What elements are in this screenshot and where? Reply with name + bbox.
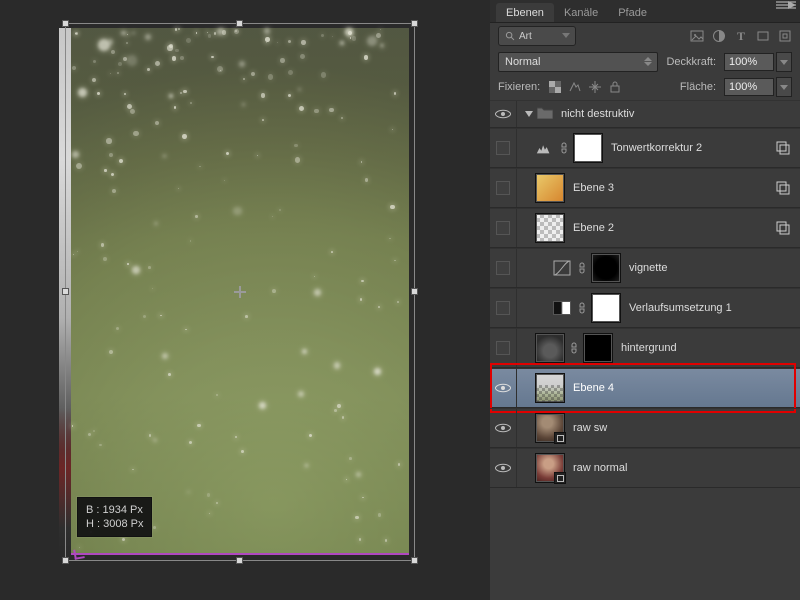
link-icon[interactable]: [577, 301, 587, 315]
transform-handle-tr[interactable]: [411, 20, 418, 27]
transform-handle-bm[interactable]: [236, 557, 243, 564]
visibility-toggle[interactable]: [490, 329, 517, 367]
layer-thumb[interactable]: [535, 453, 565, 483]
visibility-toggle[interactable]: [490, 369, 517, 407]
layer-row-raw-normal[interactable]: raw normal: [490, 448, 800, 488]
layer-row-hintergrund[interactable]: hintergrund: [490, 328, 800, 368]
document-canvas[interactable]: B : 1934 Px H : 3008 Px: [0, 0, 490, 600]
group-name: nicht destruktiv: [561, 108, 634, 120]
filter-adjust-icon[interactable]: [712, 29, 726, 43]
transform-handle-mr[interactable]: [411, 288, 418, 295]
layer-thumb[interactable]: [535, 333, 565, 363]
transform-handle-bl[interactable]: [62, 557, 69, 564]
blend-mode-select[interactable]: Normal: [498, 52, 658, 72]
smart-object-badge-icon: [554, 432, 566, 444]
filter-shape-icon[interactable]: [756, 29, 770, 43]
layer-name: Tonwertkorrektur 2: [611, 142, 702, 154]
fill-value: 100%: [729, 81, 757, 93]
placed-layer[interactable]: B : 1934 Px H : 3008 Px: [71, 28, 409, 555]
visibility-toggle[interactable]: [490, 101, 517, 127]
curves-adjustment-icon: [553, 259, 571, 277]
filter-type-icon[interactable]: T: [734, 29, 748, 43]
lock-label: Fixieren:: [498, 81, 540, 93]
visibility-toggle[interactable]: [490, 449, 517, 487]
visibility-toggle[interactable]: [490, 249, 517, 287]
visibility-toggle[interactable]: [490, 409, 517, 447]
layer-mask-thumb[interactable]: [591, 253, 621, 283]
layer-name: Ebene 2: [573, 222, 614, 234]
tab-paths[interactable]: Pfade: [608, 3, 657, 22]
fill-field[interactable]: 100%: [724, 78, 774, 96]
layer-name: Verlaufsumsetzung 1: [629, 302, 732, 314]
layer-mask-thumb[interactable]: [573, 133, 603, 163]
layer-row-verlaufsumsetzung-1[interactable]: Verlaufsumsetzung 1: [490, 288, 800, 328]
blend-mode-value: Normal: [505, 56, 540, 68]
layer-thumb[interactable]: [535, 173, 565, 203]
layer-name: Ebene 3: [573, 182, 614, 194]
filter-stack-icon[interactable]: [776, 181, 790, 195]
opacity-dropdown[interactable]: [776, 52, 792, 72]
hint-height: H : 3008 Px: [86, 517, 143, 531]
visibility-toggle[interactable]: [490, 129, 517, 167]
layer-row-raw-sw[interactable]: raw sw: [490, 408, 800, 448]
layer-thumb[interactable]: [535, 213, 565, 243]
lock-all-icon[interactable]: [608, 80, 622, 94]
tab-channels[interactable]: Kanäle: [554, 3, 608, 22]
transform-handle-ml[interactable]: [62, 288, 69, 295]
levels-adjustment-icon: [535, 139, 553, 157]
transform-handle-tl[interactable]: [62, 20, 69, 27]
visibility-toggle[interactable]: [490, 209, 517, 247]
filter-smart-icon[interactable]: [778, 29, 792, 43]
layer-name: Ebene 4: [573, 382, 614, 394]
visibility-toggle[interactable]: [490, 169, 517, 207]
layer-mask-thumb[interactable]: [583, 333, 613, 363]
layer-mask-thumb[interactable]: [591, 293, 621, 323]
layer-thumb[interactable]: [535, 373, 565, 403]
layer-row-vignette[interactable]: vignette: [490, 248, 800, 288]
transform-handle-br[interactable]: [411, 557, 418, 564]
filter-stack-icon[interactable]: [776, 221, 790, 235]
layer-name: vignette: [629, 262, 668, 274]
layer-filter-label: Art: [519, 31, 532, 42]
fill-label: Fläche:: [680, 81, 716, 93]
layer-group-header[interactable]: nicht destruktiv: [490, 100, 800, 128]
transform-handle-tm[interactable]: [236, 20, 243, 27]
filter-stack-icon[interactable]: [776, 141, 790, 155]
layer-row-tonwertkorrektur-2[interactable]: Tonwertkorrektur 2: [490, 128, 800, 168]
filter-pixel-icon[interactable]: [690, 29, 704, 43]
layer-row-ebene-2[interactable]: Ebene 2: [490, 208, 800, 248]
link-icon[interactable]: [559, 141, 569, 155]
hint-width: B : 1934 Px: [86, 503, 143, 517]
gradient-map-icon: [553, 299, 571, 317]
layer-name: raw sw: [573, 422, 607, 434]
fill-dropdown[interactable]: [776, 77, 792, 97]
smart-object-badge-icon: [554, 472, 566, 484]
lock-image-icon[interactable]: [568, 80, 582, 94]
transform-bounding-box[interactable]: [65, 23, 415, 561]
lock-position-icon[interactable]: [588, 80, 602, 94]
layer-name: raw normal: [573, 462, 627, 474]
opacity-value: 100%: [729, 56, 757, 68]
opacity-field[interactable]: 100%: [724, 53, 774, 71]
panel-menu-icon[interactable]: [770, 0, 796, 16]
folder-icon: [537, 106, 553, 122]
layer-name: hintergrund: [621, 342, 677, 354]
transform-dimensions-hint: B : 1934 Px H : 3008 Px: [77, 497, 152, 537]
layers-panel: Ebenen Kanäle Pfade Art T Normal Deckkra…: [490, 0, 800, 600]
layer-row-ebene-3[interactable]: Ebene 3: [490, 168, 800, 208]
opacity-label: Deckkraft:: [666, 56, 716, 68]
link-icon[interactable]: [569, 341, 579, 355]
visibility-toggle[interactable]: [490, 289, 517, 327]
layer-row-ebene-4[interactable]: Ebene 4: [490, 368, 800, 408]
tab-layers[interactable]: Ebenen: [496, 3, 554, 22]
transform-center-point[interactable]: [234, 286, 246, 298]
link-icon[interactable]: [577, 261, 587, 275]
layer-thumb[interactable]: [535, 413, 565, 443]
layer-filter-type[interactable]: Art: [498, 26, 576, 46]
lock-transparency-icon[interactable]: [548, 80, 562, 94]
group-disclosure-icon[interactable]: [525, 111, 533, 117]
